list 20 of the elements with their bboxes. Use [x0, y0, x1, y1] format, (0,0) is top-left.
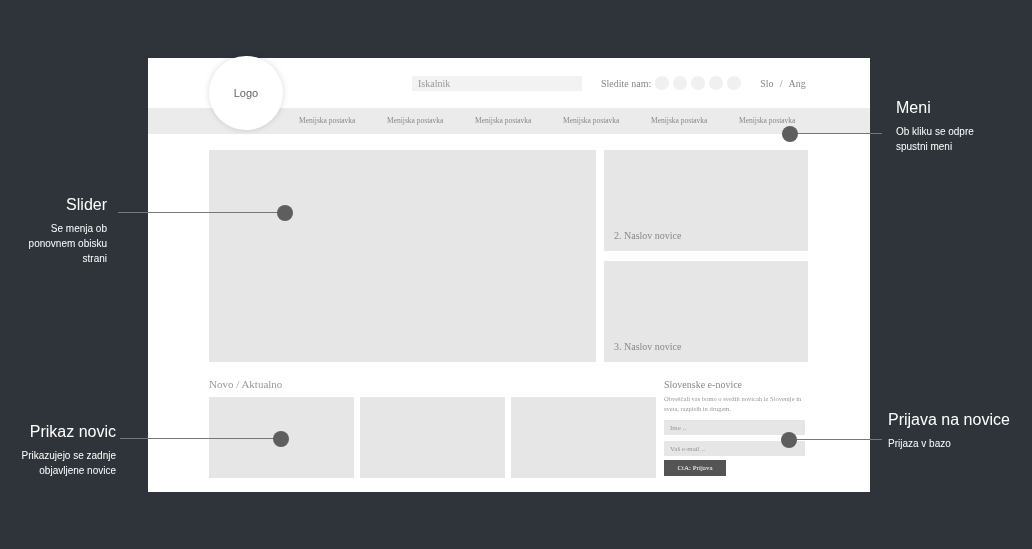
logo[interactable]: Logo: [209, 56, 283, 130]
news-headline: 2. Naslov novice: [614, 229, 682, 243]
annotation-title: Prikaz novic: [29, 422, 116, 442]
section-title: Novo / Aktualno: [209, 378, 284, 391]
language-link[interactable]: Ang: [788, 75, 806, 91]
annotation-title: Meni: [896, 98, 931, 118]
news-card[interactable]: 2. Naslov novice: [604, 150, 808, 251]
newsletter-title: Slovenske e-novice: [664, 378, 744, 391]
news-headline: 3. Naslov novice: [614, 340, 682, 354]
follow-label: Sledite nam:: [601, 76, 652, 91]
language-link[interactable]: Slo: [760, 75, 774, 91]
annotation-text: Se menja ob ponovnem obisku strani: [28, 222, 107, 266]
annotation-text: Prijaza v bazo: [888, 437, 951, 451]
news-card[interactable]: 3. Naslov novice: [604, 261, 808, 362]
annotation-text: Ob kliku se odpre spustni meni: [896, 125, 974, 154]
annotation-title: Prijava na novice: [888, 410, 1010, 430]
search-field[interactable]: Iskalnik: [412, 75, 582, 91]
annotation-text: Prikazujejo se zadnje objavljene novice: [21, 449, 116, 478]
language-separator: /: [779, 76, 783, 91]
annotation-title: Slider: [66, 195, 107, 215]
